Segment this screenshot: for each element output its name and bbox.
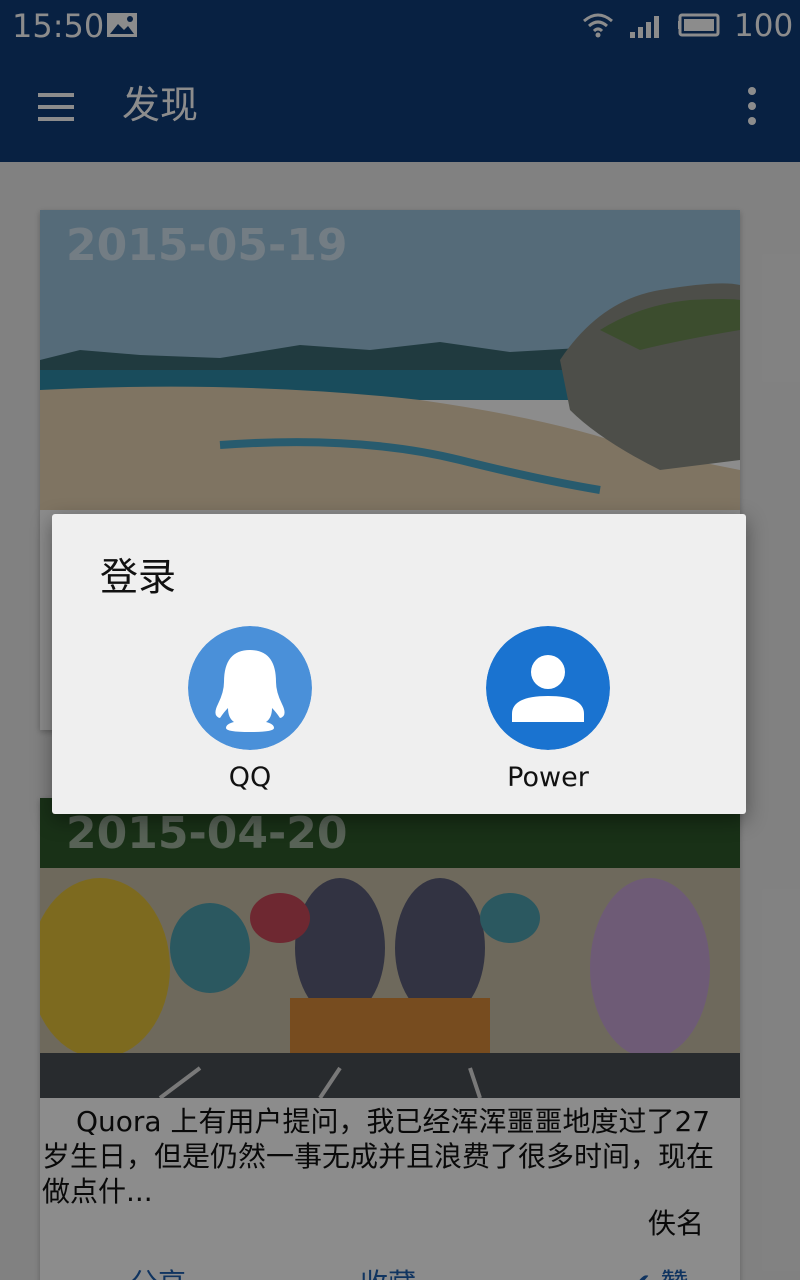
dialog-title: 登录 <box>100 555 177 599</box>
login-qq-button[interactable]: QQ <box>170 626 330 806</box>
login-dialog: 登录 QQ Power <box>52 514 746 814</box>
qq-label: QQ <box>228 762 272 793</box>
person-icon <box>486 626 610 750</box>
power-label: Power <box>507 762 589 793</box>
login-power-button[interactable]: Power <box>468 626 628 806</box>
qq-penguin-icon <box>188 626 312 750</box>
